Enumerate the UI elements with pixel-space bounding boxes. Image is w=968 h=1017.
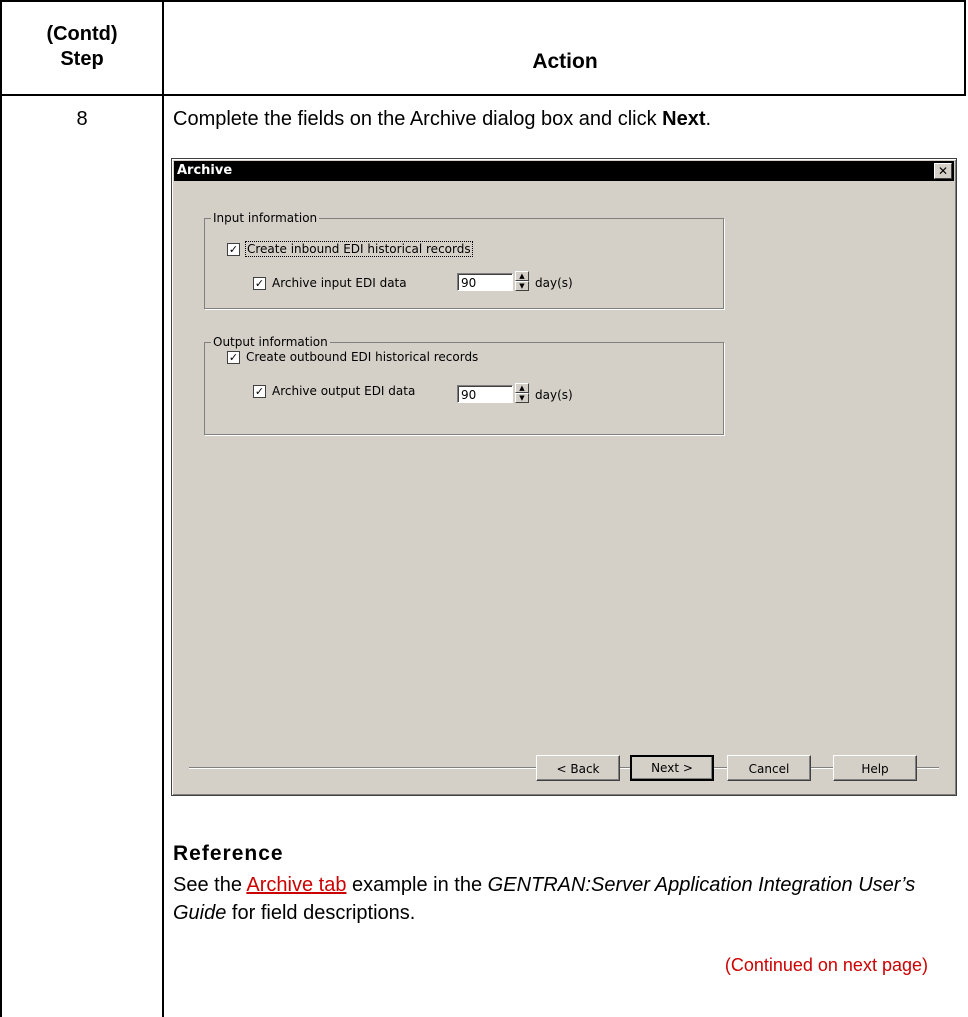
archive-tab-link[interactable]: Archive tab bbox=[246, 874, 346, 896]
output-information-group: Output information ✓ Create outbound EDI… bbox=[204, 335, 724, 435]
spin-up-icon[interactable]: ▲ bbox=[515, 383, 529, 393]
archive-output-label: Archive output EDI data bbox=[272, 384, 416, 398]
action-column-header: Action bbox=[532, 50, 598, 73]
checkbox-check-icon: ✓ bbox=[253, 276, 266, 290]
instruction-text: Complete the fields on the Archive dialo… bbox=[173, 108, 663, 130]
archive-output-checkbox[interactable]: ✓ Archive output EDI data bbox=[253, 384, 415, 398]
step-number: 8 bbox=[76, 108, 88, 130]
step-column-header: (Contd) Step bbox=[0, 22, 164, 72]
create-inbound-label: Create inbound EDI historical records bbox=[245, 241, 473, 257]
instruction-period: . bbox=[705, 108, 712, 130]
step-header-contd: (Contd) bbox=[46, 23, 118, 45]
create-inbound-checkbox[interactable]: ✓ Create inbound EDI historical records bbox=[227, 241, 473, 257]
reference-text: See the Archive tab example in the GENTR… bbox=[173, 871, 953, 927]
column-divider bbox=[162, 0, 164, 1017]
instruction-next-label: Next bbox=[662, 108, 706, 130]
output-days-unit: day(s) bbox=[535, 388, 573, 402]
checkbox-check-icon: ✓ bbox=[253, 384, 266, 398]
checkbox-check-icon: ✓ bbox=[227, 242, 240, 256]
dialog-titlebar[interactable]: Archive ✕ bbox=[174, 161, 954, 181]
reference-prefix: See the bbox=[173, 874, 247, 896]
reference-heading: Reference bbox=[173, 842, 284, 865]
close-icon[interactable]: ✕ bbox=[934, 163, 952, 179]
input-information-group: Input information ✓ Create inbound EDI h… bbox=[204, 211, 724, 309]
output-information-legend: Output information bbox=[211, 335, 330, 349]
archive-input-checkbox[interactable]: ✓ Archive input EDI data bbox=[253, 276, 407, 290]
header-divider bbox=[0, 94, 966, 96]
create-outbound-checkbox[interactable]: ✓ Create outbound EDI historical records bbox=[227, 350, 478, 364]
dialog-title: Archive bbox=[177, 163, 233, 178]
input-days-field[interactable]: 90 bbox=[457, 273, 513, 291]
archive-input-label: Archive input EDI data bbox=[272, 276, 407, 290]
create-outbound-label: Create outbound EDI historical records bbox=[246, 350, 479, 364]
reference-middle: example in the bbox=[346, 874, 488, 896]
input-days-unit: day(s) bbox=[535, 276, 573, 290]
output-days-spinner[interactable]: ▲ ▼ bbox=[515, 383, 529, 405]
table-left-border bbox=[0, 0, 2, 1017]
spin-down-icon[interactable]: ▼ bbox=[515, 393, 529, 403]
spin-up-icon[interactable]: ▲ bbox=[515, 271, 529, 281]
cancel-button[interactable]: Cancel bbox=[727, 755, 811, 781]
archive-dialog: Archive ✕ Input information ✓ Create inb… bbox=[171, 158, 957, 796]
step-header-step: Step bbox=[60, 48, 104, 70]
reference-suffix: for field descriptions. bbox=[226, 902, 416, 924]
input-days-spinner[interactable]: ▲ ▼ bbox=[515, 271, 529, 293]
back-button[interactable]: < Back bbox=[536, 755, 620, 781]
spin-down-icon[interactable]: ▼ bbox=[515, 281, 529, 291]
help-button[interactable]: Help bbox=[833, 755, 917, 781]
input-information-legend: Input information bbox=[211, 211, 320, 225]
checkbox-check-icon: ✓ bbox=[227, 350, 240, 364]
output-days-field[interactable]: 90 bbox=[457, 385, 513, 403]
table-right-border bbox=[964, 0, 966, 96]
continued-note: (Continued on next page) bbox=[724, 955, 928, 975]
step-instruction: Complete the fields on the Archive dialo… bbox=[173, 108, 711, 131]
table-top-border bbox=[0, 0, 966, 2]
next-button[interactable]: Next > bbox=[630, 755, 714, 781]
